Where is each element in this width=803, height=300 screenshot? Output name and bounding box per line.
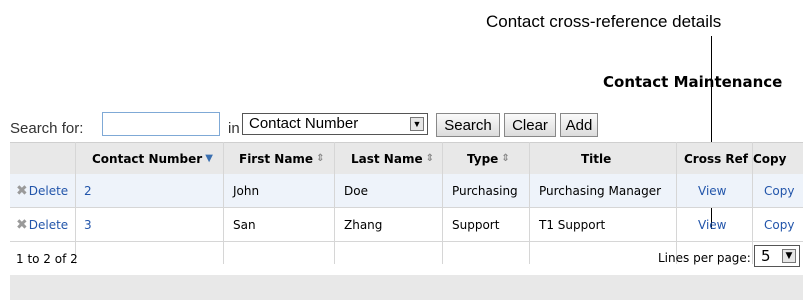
col-last-name[interactable]: Last Name ⇕ [351, 143, 434, 174]
search-field-select[interactable]: Contact Number ▼ [242, 113, 428, 135]
callout-text: Contact cross-reference details [486, 12, 722, 31]
add-button[interactable]: Add [560, 113, 598, 137]
contact-number-link[interactable]: 2 [84, 174, 92, 207]
contact-number-link[interactable]: 3 [84, 208, 92, 241]
delete-link[interactable]: ✖ Delete [16, 208, 68, 241]
search-input[interactable] [102, 112, 220, 136]
search-in-label: in [228, 120, 240, 137]
search-bar: Search for: in Contact Number ▼ Search C… [10, 112, 803, 140]
lines-per-page-label: Lines per page: [658, 251, 751, 265]
title: Purchasing Manager [539, 183, 662, 198]
col-title: Title [581, 151, 612, 166]
col-copy: Copy [753, 151, 787, 166]
search-label: Search for: [10, 120, 84, 137]
sort-updown-icon: ⇕ [425, 153, 434, 164]
clear-button[interactable]: Clear [504, 113, 556, 137]
lines-per-page-value: 5 [761, 247, 771, 265]
first-name: John [233, 183, 260, 198]
col-cross-ref: Cross Ref [684, 151, 749, 166]
sort-updown-icon: ⇕ [501, 153, 510, 164]
delete-link[interactable]: ✖ Delete [16, 174, 68, 207]
chevron-down-icon[interactable]: ▼ [410, 117, 424, 131]
chevron-down-icon[interactable]: ▼ [782, 249, 796, 263]
chevron-down-icon: ▼ [205, 153, 213, 164]
delete-x-icon: ✖ [16, 182, 28, 199]
last-name: Zhang [344, 217, 383, 232]
first-name: San [233, 217, 256, 232]
table-row: ✖ Delete 3 San Zhang Support T1 Support … [10, 208, 803, 242]
sort-updown-icon: ⇕ [316, 153, 325, 164]
table-footer: 1 to 2 of 2 Lines per page: 5 ▼ [10, 241, 803, 277]
col-contact-number[interactable]: Contact Number ▼ [92, 143, 213, 174]
search-button[interactable]: Search [436, 113, 500, 137]
cross-ref-view-link[interactable]: View [698, 174, 726, 207]
type: Purchasing [452, 183, 518, 198]
delete-x-icon: ✖ [16, 216, 28, 233]
last-name: Doe [344, 183, 368, 198]
lines-per-page-select[interactable]: 5 ▼ [754, 245, 800, 267]
cross-ref-view-link[interactable]: View [698, 208, 726, 241]
bottom-bar [10, 275, 803, 300]
title: T1 Support [539, 217, 606, 232]
table-header: Contact Number ▼ First Name ⇕ Last Name … [10, 142, 803, 175]
col-first-name[interactable]: First Name ⇕ [239, 143, 324, 174]
copy-link[interactable]: Copy [764, 174, 794, 207]
copy-link[interactable]: Copy [764, 208, 794, 241]
col-type[interactable]: Type ⇕ [467, 143, 510, 174]
page-title: Contact Maintenance [603, 73, 783, 91]
record-count: 1 to 2 of 2 [16, 252, 78, 266]
table-row: ✖ Delete 2 John Doe Purchasing Purchasin… [10, 174, 803, 208]
type: Support [452, 217, 500, 232]
search-field-value: Contact Number [249, 115, 359, 132]
